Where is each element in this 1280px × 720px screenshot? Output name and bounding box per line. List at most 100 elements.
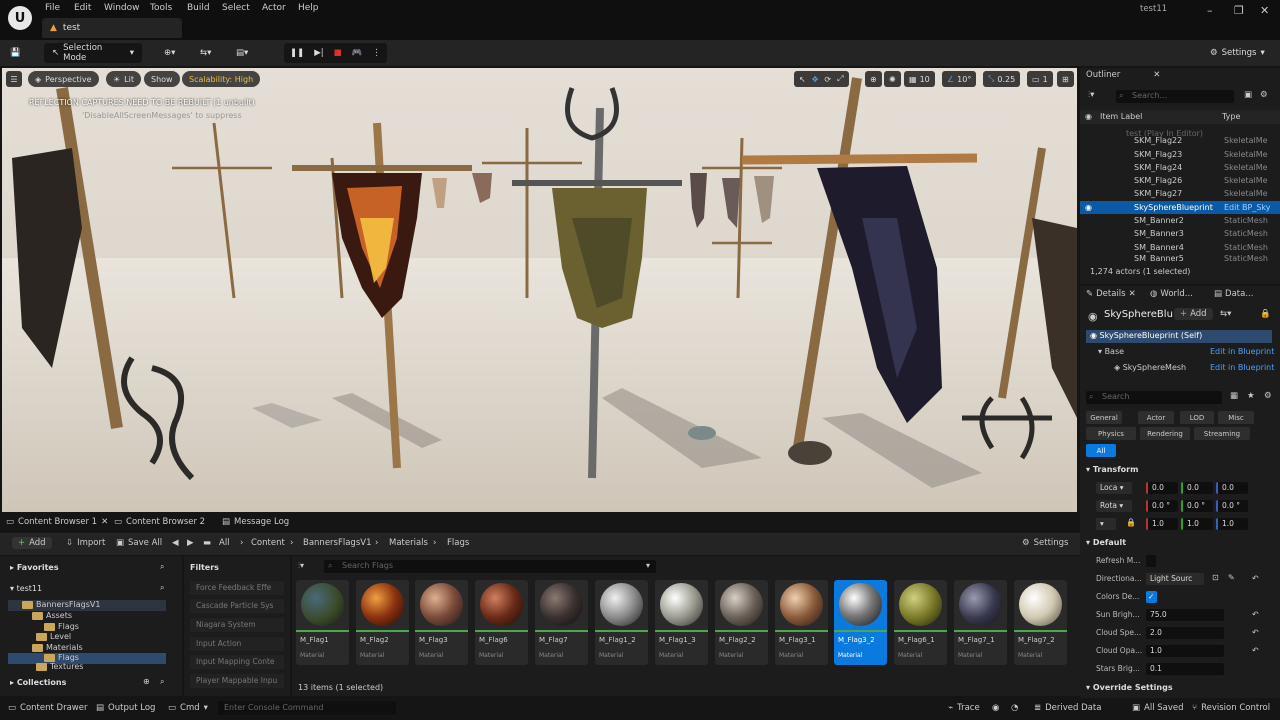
blueprint-options-icon[interactable]: ⇆▾ [1220,309,1231,319]
outliner-row[interactable]: SKM_Flag24 SkeletalMe [1080,161,1280,174]
section-transform[interactable]: ▾ Transform [1086,465,1138,474]
close-icon[interactable]: ✕ [1153,70,1160,80]
outliner-tab[interactable]: Outliner ✕ [1086,70,1160,80]
scalability-button[interactable]: Scalability: High [182,71,261,87]
outliner-row[interactable]: SKM_Flag27 SkeletalMe [1080,187,1280,200]
outliner-search[interactable]: ⌕ Search... [1116,90,1234,103]
scale-y[interactable]: 1.0 [1181,518,1213,530]
cat-all[interactable]: All [1086,444,1116,457]
breadcrumb-content[interactable]: Content [251,538,285,548]
perspective-button[interactable]: ◈ Perspective [28,71,99,87]
asset-tile-m-flag2-2[interactable]: M_Flag2_2 Material [715,580,768,665]
forward-icon[interactable]: ▶ [187,538,194,548]
details-search[interactable]: ⌕ Search [1086,391,1222,404]
scale-z[interactable]: 1.0 [1216,518,1248,530]
outliner-row[interactable]: SM_Banner2 StaticMesh [1080,214,1280,227]
save-all-button[interactable]: ▣ Save All [116,538,162,548]
all-saved-button[interactable]: ▣ All Saved [1132,703,1184,713]
cat-physics[interactable]: Physics [1086,427,1136,440]
settings-button[interactable]: ⚙ Settings ▾ [1210,43,1265,63]
menu-tools[interactable]: Tools [150,3,172,13]
rot-x[interactable]: 0.0 ° [1146,500,1178,512]
tree-textures[interactable]: Textures [36,662,83,671]
loc-y[interactable]: 0.0 [1181,482,1213,494]
tree-bannersflags[interactable]: BannersFlagsV1 [8,600,166,611]
asset-tile-m-flag6[interactable]: M_Flag6 Material [475,580,528,665]
asset-tile-m-flag3-1[interactable]: M_Flag3_1 Material [775,580,828,665]
cloud-speed-value[interactable]: 2.0 [1146,627,1224,639]
tree-assets-flags[interactable]: Flags [44,622,79,631]
filter-item[interactable]: Niagara System [190,618,284,632]
colors-checkbox[interactable]: ✓ [1146,591,1157,603]
collections-header[interactable]: ▸ Collections [10,678,66,687]
surface-snap-icon[interactable]: ✺ [884,71,901,87]
tree-materials[interactable]: Materials [32,643,83,652]
menu-build[interactable]: Build [187,3,210,13]
folder-icon[interactable]: ▬ [203,538,211,548]
reset-icon[interactable]: ↶ [1252,610,1259,619]
cb-settings-button[interactable]: ⚙ Settings [1022,538,1069,548]
breadcrumb-bannersflags[interactable]: BannersFlagsV1 [303,538,371,548]
move-icon[interactable]: ✥ [812,75,819,84]
tab-content-browser-2[interactable]: ▭ Content Browser 2 [114,517,205,527]
rot-z[interactable]: 0.0 ° [1216,500,1248,512]
location-dropdown[interactable]: Loca ▾ [1096,482,1132,494]
gear-icon[interactable]: ⚙ [1264,391,1272,401]
section-override[interactable]: ▾ Override Settings [1086,683,1173,692]
filter-item[interactable]: Input Action [190,637,284,651]
edit-in-blueprint-link[interactable]: Edit in Blueprint [1210,363,1274,372]
revision-control-button[interactable]: ⑂ Revision Control [1192,703,1270,713]
star-icon[interactable]: ★ [1247,391,1255,401]
menu-file[interactable]: File [45,3,60,13]
grid-snap-button[interactable]: ▦ 10 [904,71,935,87]
add-collection-icon[interactable]: ⊕ [143,677,150,686]
close-window-icon[interactable]: ✕ [1260,4,1269,17]
reset-icon[interactable]: ↶ [1252,646,1259,655]
eyedropper-icon[interactable]: ✎ [1228,573,1235,582]
minimize-icon[interactable]: – [1207,4,1213,17]
component-mesh[interactable]: ◈ SkySphereMesh [1114,363,1186,372]
asset-tile-m-flag2[interactable]: M_Flag2 Material [356,580,409,665]
asset-search[interactable]: ⌕ Search Flags ▾ [324,560,656,573]
search-icon[interactable]: ⌕ [160,677,164,687]
asset-tile-m-flag3-2[interactable]: M_Flag3_2 Material [834,580,887,665]
cat-misc[interactable]: Misc [1218,411,1254,424]
import-button[interactable]: ⇩ Import [66,538,105,548]
tab-content-browser-1[interactable]: ▭ Content Browser 1 ✕ [6,517,108,527]
filter-item[interactable]: Cascade Particle Sys [190,599,284,613]
section-default[interactable]: ▾ Default [1086,538,1126,547]
tab-details[interactable]: ✎ Details ✕ [1086,289,1136,299]
skip-icon[interactable]: ▶| [314,48,323,58]
filter-item[interactable]: Input Mapping Conte [190,655,284,669]
favorites-header[interactable]: ▸ Favorites [10,563,59,572]
asset-tile-m-flag1[interactable]: M_Flag1 Material [296,580,349,665]
col-type[interactable]: Type [1222,112,1240,121]
tree-materials-flags[interactable]: Flags [8,653,166,664]
rot-y[interactable]: 0.0 ° [1181,500,1213,512]
add-button[interactable]: + Add [12,537,52,549]
level-viewport[interactable]: ☰ ◈ Perspective ☀ Lit Show Scalability: … [2,68,1077,512]
search-icon[interactable]: ⌕ [160,583,164,593]
asset-tile-m-flag1-2[interactable]: M_Flag1_2 Material [595,580,648,665]
eye-icon[interactable]: ◉ [1085,203,1092,212]
sun-brightness-value[interactable]: 75.0 [1146,609,1224,621]
record-icon[interactable]: ◉ [992,703,999,713]
close-icon[interactable]: ✕ [101,517,108,527]
outliner-row-selected[interactable]: ◉ SkySphereBlueprint Edit BP_Sky [1080,201,1280,214]
stars-brightness-value[interactable]: 0.1 [1146,663,1224,675]
outliner-row[interactable]: SKM_Flag23 SkeletalMe [1080,148,1280,161]
component-base[interactable]: ▾ Base [1098,347,1124,356]
cat-rendering[interactable]: Rendering [1140,427,1190,440]
rotate-snap-button[interactable]: ∠ 10° [942,71,977,87]
reset-icon[interactable]: ↶ [1252,574,1259,583]
tree-level[interactable]: Level [36,632,71,641]
edit-in-blueprint-link[interactable]: Edit in Blueprint [1210,347,1274,356]
show-button[interactable]: Show [144,71,180,87]
world-icon[interactable]: ⊕ [865,71,882,87]
tab-world[interactable]: ◍ World... [1150,289,1193,299]
picker-icon[interactable]: ⊡ [1212,573,1219,582]
viewport-menu-icon[interactable]: ☰ [6,71,22,87]
outliner-row[interactable]: SM_Banner3 StaticMesh [1080,227,1280,240]
scale-dropdown[interactable]: ▾ [1096,518,1116,530]
asset-tile-m-flag7[interactable]: M_Flag7 Material [535,580,588,665]
